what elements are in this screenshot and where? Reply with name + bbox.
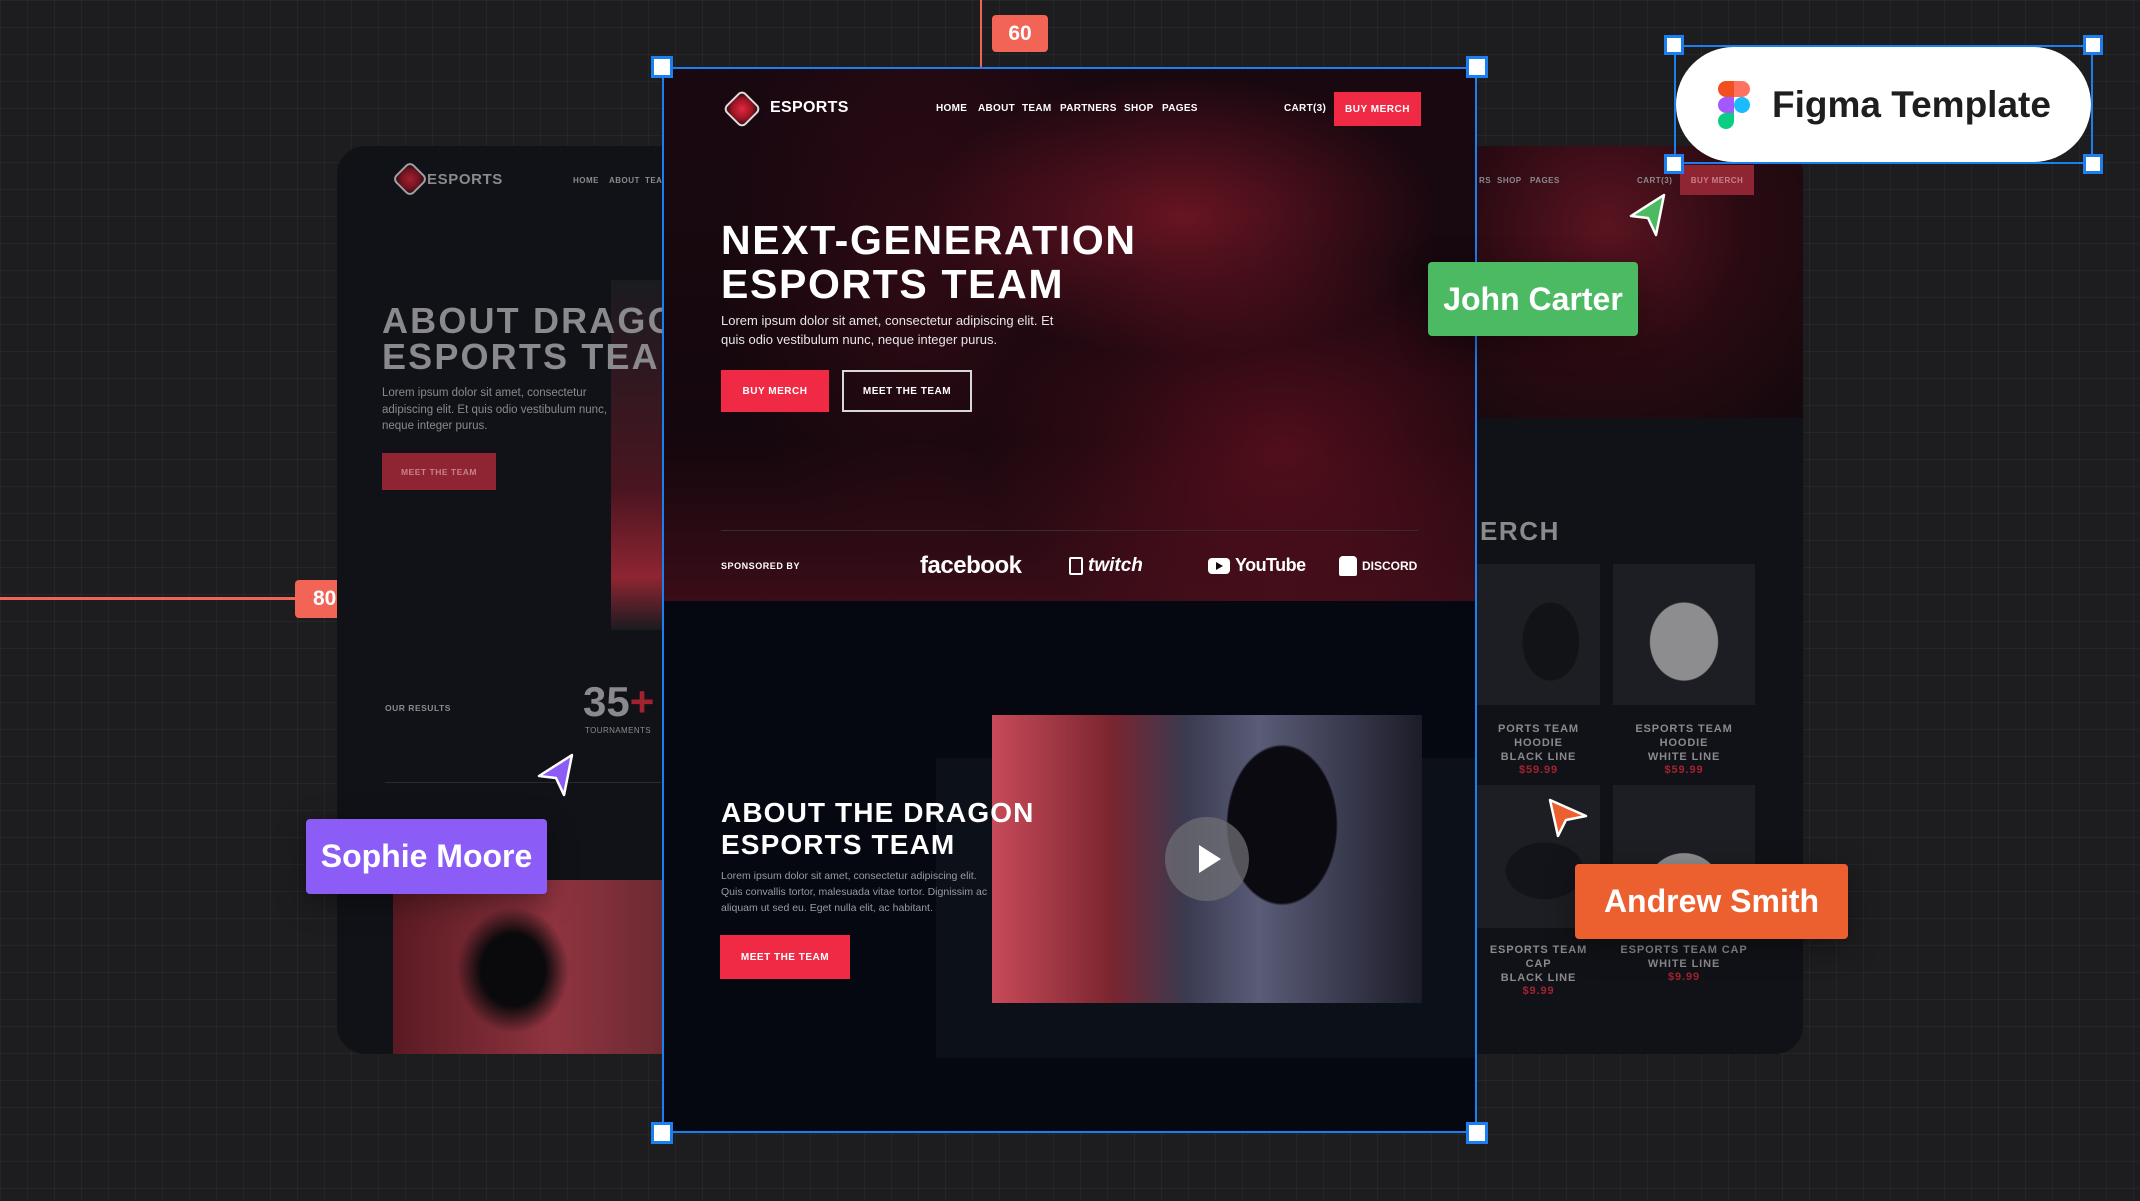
back-text-2: adipiscing elit. Et quis odio vestibulum… [382,404,608,416]
product-info-3: ESPORTS TEAM CAP BLACK LINE $9.99 [1489,944,1588,997]
product-info-2: ESPORTS TEAM HOODIE WHITE LINE $59.99 [1635,723,1733,776]
back-nav-pages[interactable]: PAGES [1530,176,1560,185]
collaborator-label-john: John Carter [1428,262,1638,336]
back-title-2: ESPORTS TEAM [382,336,692,377]
collaborator-label-sophie: Sophie Moore [306,819,547,894]
figma-template-badge[interactable]: Figma Template [1676,47,2091,162]
merch-heading: ERCH [1480,516,1560,546]
back-logo [391,160,429,198]
back-nav-shop[interactable]: SHOP [1497,176,1522,185]
back-nav-partners[interactable]: RS [1479,176,1491,185]
cursor-arrow-icon [1629,193,1666,237]
resize-handle-br[interactable] [1466,1122,1488,1144]
figma-handle-tr[interactable] [2083,35,2103,55]
top-spacing-badge: 60 [992,15,1048,52]
resize-handle-bl[interactable] [651,1122,673,1144]
frame-selection-outline [662,67,1477,1133]
back-meet-team-button[interactable]: MEET THE TEAM [382,453,496,490]
dragon-logo-icon [391,160,429,198]
back-buy-merch-button[interactable]: BUY MERCH [1680,165,1754,195]
back-bottom-image [393,880,663,1054]
back-nav-team[interactable]: TEA [645,176,662,185]
top-guide-line [980,0,982,67]
back-text-3: neque integer purus. [382,420,488,432]
resize-handle-tl[interactable] [651,56,673,78]
results-label: OUR RESULTS [385,703,451,713]
results-plus: + [629,678,655,725]
product-card-hoodie-black[interactable] [1477,564,1600,705]
results-caption: TOURNAMENTS [585,726,652,735]
collaborator-label-andrew: Andrew Smith [1575,864,1848,939]
product-card-hoodie-white[interactable] [1613,564,1755,705]
figma-handle-br[interactable] [2083,154,2103,174]
product-info-4: ESPORTS TEAM CAP WHITE LINE $9.99 [1620,944,1748,983]
results-divider [385,782,662,783]
figma-template-label: Figma Template [1772,83,2051,125]
product-info-1: PORTS TEAM HOODIE BLACK LINE $59.99 [1498,723,1579,776]
cursor-arrow-icon [537,753,574,797]
back-brand: ESPORTS [427,171,503,188]
back-text-1: Lorem ipsum dolor sit amet, consectetur [382,387,587,399]
figma-handle-bl[interactable] [1664,154,1684,174]
results-value: 35+ [583,678,654,726]
resize-handle-tr[interactable] [1466,56,1488,78]
figma-handle-tl[interactable] [1664,35,1684,55]
back-cart[interactable]: CART(3) [1637,176,1672,185]
back-nav-about[interactable]: ABOUT [609,176,640,185]
cursor-arrow-icon [1548,798,1588,838]
back-nav-home[interactable]: HOME [573,176,599,185]
figma-logo-icon [1718,80,1750,129]
results-number: 35 [583,678,630,725]
